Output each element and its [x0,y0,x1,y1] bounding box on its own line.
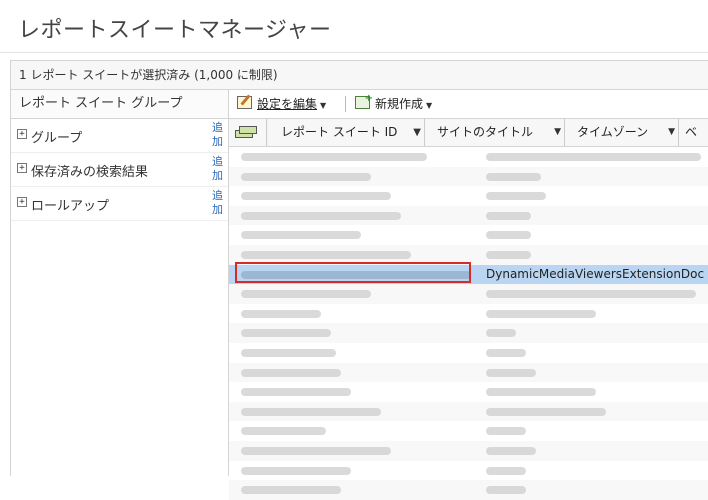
redacted-title [486,309,596,318]
add-saved-search-link[interactable]: 追加 [212,155,224,183]
redacted-id [241,309,321,318]
column-header-label: ベ [685,125,698,139]
redacted-title [486,466,526,475]
redacted-title [486,211,531,220]
redacted-id [241,153,427,161]
redacted-title [486,153,701,161]
redacted-id [241,427,326,436]
table-row[interactable] [229,225,708,245]
add-group-link[interactable]: 追加 [212,121,224,149]
expand-icon[interactable]: + [17,197,27,207]
redacted-title [486,348,526,357]
redacted-title [486,446,536,455]
table-row[interactable] [229,362,708,383]
group-label[interactable]: ロールアップ [31,195,109,214]
add-rollup-link[interactable]: 追加 [212,189,224,217]
new-item-icon [355,91,373,109]
redacted-id [241,192,391,201]
table-row[interactable] [229,480,708,500]
redacted-title [486,407,606,416]
column-header-label: タイムゾーン [577,125,649,139]
redacted-title [486,329,516,338]
column-header-more[interactable]: ベ [679,119,708,146]
create-new-label: 新規作成 [375,97,424,111]
redacted-id [241,407,381,416]
group-item-saved-searches[interactable]: + 保存済みの検索結果 追加 [11,153,228,187]
site-title-cell: DynamicMediaViewersExtensionDoc [486,266,705,281]
redacted-id [241,329,331,338]
table-row[interactable]: DynamicMediaViewersExtensionDoc [229,261,708,285]
redacted-id [241,250,411,259]
redacted-id [241,231,361,240]
grid-rows: DynamicMediaViewersExtensionDoc [229,147,708,500]
column-header-timezone[interactable]: タイムゾーン ▼ [565,119,679,146]
group-item-groups[interactable]: + グループ 追加 [11,119,228,153]
sort-filter-icon[interactable]: ▼ [413,119,421,146]
table-row[interactable] [229,323,708,343]
edit-settings-button[interactable]: 設定を編集 ▼ [237,96,326,112]
redacted-id [241,290,371,299]
expand-icon[interactable]: + [17,163,27,173]
edit-settings-label: 設定を編集 [257,97,318,111]
column-chooser-icon [235,126,257,138]
table-row[interactable] [229,461,708,481]
redacted-title [486,427,526,436]
table-row[interactable] [229,421,708,441]
redacted-id [241,446,391,455]
column-header-label: レポート スイート ID [281,125,398,139]
column-selector[interactable] [229,119,267,146]
table-row[interactable] [229,284,708,304]
redacted-title [486,231,531,240]
edit-settings-icon [237,96,252,109]
redacted-id [241,486,341,495]
table-row[interactable] [229,440,708,461]
table-row[interactable] [229,343,708,363]
table-row[interactable] [229,382,708,402]
page-header: レポートスイートマネージャー [0,0,708,53]
table-row[interactable] [229,401,708,422]
redacted-title [486,172,541,181]
redacted-id [241,348,336,357]
group-label[interactable]: グループ [31,127,82,146]
group-label[interactable]: 保存済みの検索結果 [31,161,148,180]
table-row[interactable] [229,304,708,324]
group-item-rollups[interactable]: + ロールアップ 追加 [11,187,228,221]
groups-panel-header: レポート スイート グループ [11,90,228,119]
redacted-title [486,192,546,201]
table-row[interactable] [229,186,708,206]
redacted-title [486,250,531,259]
report-suite-groups-panel: レポート スイート グループ + グループ 追加 + 保存済みの検索結果 追加 … [10,90,229,476]
toolbar-divider [345,96,346,112]
redacted-title [486,368,536,377]
page-title: レポートスイートマネージャー [18,18,332,43]
redacted-title [486,388,596,397]
selection-highlight-box [235,261,471,283]
chevron-down-icon: ▼ [426,101,433,110]
selection-status: 1 レポート スイートが選択済み (1,000 に制限) [10,60,708,90]
redacted-id [241,388,351,397]
redacted-title [486,486,526,495]
chevron-down-icon: ▼ [320,101,327,110]
grid-column-headers: レポート スイート ID ▼ サイトのタイトル ▼ タイムゾーン ▼ ベ [229,119,708,147]
redacted-title [486,290,696,299]
table-row[interactable] [229,166,708,187]
table-row[interactable] [229,205,708,226]
redacted-id [241,368,341,377]
expand-icon[interactable]: + [17,129,27,139]
redacted-id [241,466,351,475]
redacted-id [241,211,401,220]
chevron-down-icon[interactable]: ▼ [554,119,561,146]
redacted-id [241,172,371,181]
column-header-title[interactable]: サイトのタイトル ▼ [425,119,565,146]
create-new-button[interactable]: 新規作成▼ [355,91,433,112]
grid-toolbar: 設定を編集▼ 新規作成▼ [229,90,708,119]
column-header-label: サイトのタイトル [437,125,534,139]
chevron-down-icon[interactable]: ▼ [668,119,675,146]
table-row[interactable] [229,147,708,167]
column-header-id[interactable]: レポート スイート ID ▼ [269,119,425,146]
report-suite-grid: 設定を編集▼ 新規作成▼ レポート スイート ID▼ サイトのタイトル▼ タイム… [229,90,708,500]
